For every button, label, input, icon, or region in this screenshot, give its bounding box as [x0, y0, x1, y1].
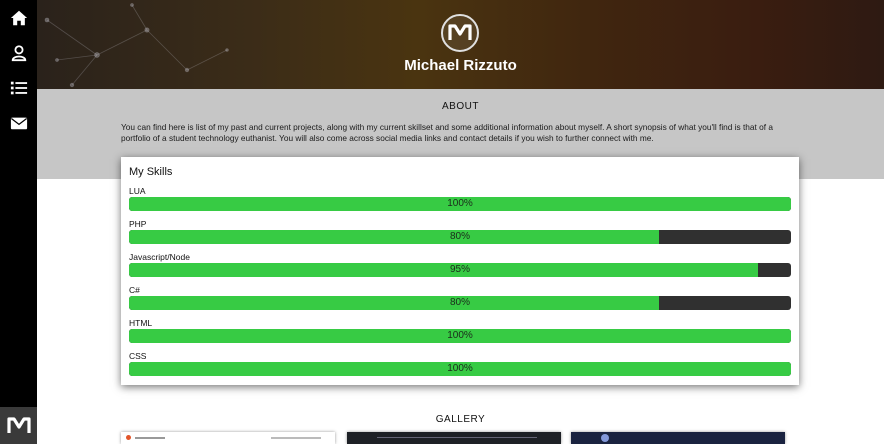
- skill-row-javascript: Javascript/Node 95%: [129, 252, 791, 277]
- mr-logo-icon: [6, 416, 31, 433]
- thumbnail-nav-line: [377, 437, 537, 438]
- skill-progress-bar: 80%: [129, 230, 791, 244]
- gallery-thumbnail[interactable]: [121, 432, 335, 444]
- gallery-thumbnail[interactable]: [571, 432, 785, 444]
- skill-row-lua: LUA 100%: [129, 186, 791, 211]
- thumbnail-glow: [601, 434, 609, 442]
- skill-label: LUA: [129, 186, 146, 196]
- about-heading: ABOUT: [442, 101, 479, 112]
- about-paragraph: You can find here is list of my past and…: [121, 122, 773, 143]
- header-banner: Michael Rizzuto: [37, 0, 884, 89]
- skill-percent-text: 80%: [449, 231, 470, 242]
- skill-row-csharp: C# 80%: [129, 285, 791, 310]
- nav-about-button[interactable]: [0, 35, 37, 71]
- skill-percent-text: 95%: [449, 264, 470, 275]
- mr-logo-icon: [448, 24, 472, 40]
- skill-progress-bar: 100%: [129, 329, 791, 343]
- skill-percent-text: 100%: [447, 363, 473, 374]
- site-owner-name: Michael Rizzuto: [404, 57, 517, 74]
- sidebar-logo[interactable]: [0, 407, 37, 444]
- skill-label: HTML: [129, 318, 153, 328]
- thumbnail-logo-dot: [126, 435, 131, 440]
- skill-label: C#: [129, 285, 140, 295]
- gallery-heading: GALLERY: [435, 414, 486, 425]
- skill-row-html: HTML 100%: [129, 318, 791, 343]
- skills-heading: My Skills: [129, 166, 173, 178]
- skill-progress-bar: 100%: [129, 362, 791, 376]
- skill-percent-text: 100%: [447, 330, 473, 341]
- header-logo[interactable]: [441, 14, 479, 52]
- nav-projects-button[interactable]: [0, 70, 37, 106]
- home-icon: [10, 10, 27, 26]
- envelope-icon: [10, 117, 27, 130]
- skill-progress-bar: 80%: [129, 296, 791, 310]
- skill-label: Javascript/Node: [129, 252, 190, 262]
- skill-label: CSS: [129, 351, 147, 361]
- skill-progress-bar: 95%: [129, 263, 791, 277]
- skill-percent-text: 100%: [447, 198, 473, 209]
- sidebar: [0, 0, 37, 444]
- gallery-thumbnail[interactable]: [347, 432, 561, 444]
- skill-row-php: PHP 80%: [129, 219, 791, 244]
- thumbnail-nav-line: [271, 437, 321, 439]
- skills-card: My Skills LUA 100% PHP 80% Javascript/No…: [121, 157, 799, 385]
- skill-label: PHP: [129, 219, 147, 229]
- user-icon: [11, 45, 26, 62]
- skill-percent-text: 80%: [449, 297, 470, 308]
- nav-home-button[interactable]: [0, 0, 37, 36]
- skill-progress-bar: 100%: [129, 197, 791, 211]
- thumbnail-title-line: [135, 437, 165, 439]
- skill-row-css: CSS 100%: [129, 351, 791, 376]
- nav-contact-button[interactable]: [0, 105, 37, 141]
- list-icon: [10, 81, 27, 95]
